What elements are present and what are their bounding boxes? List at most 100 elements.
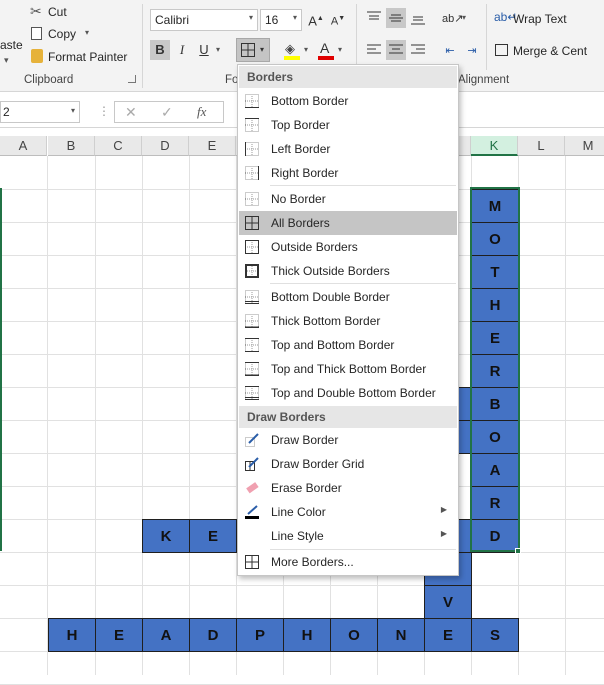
menu-item-bottom-double-border[interactable]: Bottom Double Border bbox=[239, 285, 457, 309]
decrease-indent-button[interactable]: ⇤ bbox=[440, 40, 460, 60]
menu-item-line-color[interactable]: Line Color ▶ bbox=[239, 500, 457, 524]
grid-row-line bbox=[0, 585, 604, 586]
cell-ke-1[interactable]: E bbox=[189, 519, 237, 553]
cell-headphones-6[interactable]: O bbox=[330, 618, 378, 652]
menu-item-top-and-double-bottom-border[interactable]: Top and Double Bottom Border bbox=[239, 381, 457, 405]
format-painter-button[interactable]: Format Painter bbox=[28, 48, 133, 66]
menu-item-thick-bottom-border[interactable]: Thick Bottom Border bbox=[239, 309, 457, 333]
bottom-align-button[interactable] bbox=[408, 8, 428, 28]
column-header-l[interactable]: L bbox=[518, 136, 565, 156]
chevron-down-icon[interactable]: ▾ bbox=[216, 45, 220, 54]
wrap-text-button[interactable]: ab↵ Wrap Text bbox=[494, 10, 584, 28]
grid-column-line bbox=[189, 156, 190, 675]
name-box-value: 2 bbox=[3, 105, 10, 119]
chevron-down-icon[interactable]: ▾ bbox=[462, 13, 466, 22]
grid-column-line bbox=[95, 156, 96, 675]
decrease-font-size-button[interactable]: A▼ bbox=[328, 9, 348, 29]
menu-item-outside-borders[interactable]: Outside Borders bbox=[239, 235, 457, 259]
wrap-text-label: Wrap Text bbox=[513, 12, 567, 26]
menu-item-bottom-border[interactable]: Bottom Border bbox=[239, 89, 457, 113]
menu-item-erase-border[interactable]: Erase Border bbox=[239, 476, 457, 500]
fill-color-bar bbox=[284, 56, 300, 60]
cell-headphones-1[interactable]: E bbox=[95, 618, 143, 652]
column-header-m[interactable]: M bbox=[565, 136, 604, 156]
column-header-a[interactable]: A bbox=[0, 136, 47, 156]
alignment-group-label: Alignment bbox=[458, 74, 510, 86]
column-header-d[interactable]: D bbox=[142, 136, 189, 156]
cancel-icon[interactable]: ✕ bbox=[125, 104, 137, 121]
orientation-button[interactable]: ab↗ bbox=[442, 8, 463, 28]
more-borders-icon bbox=[245, 555, 259, 569]
column-header-k[interactable]: K bbox=[471, 136, 518, 156]
cut-label: Cut bbox=[48, 5, 67, 19]
menu-item-label: Line Style bbox=[271, 529, 324, 543]
align-left-button[interactable] bbox=[364, 40, 384, 60]
increase-font-size-button[interactable]: A▲ bbox=[306, 9, 326, 29]
chevron-down-icon[interactable]: ▾ bbox=[304, 45, 308, 54]
menu-item-label: Top Border bbox=[271, 118, 330, 132]
cut-button[interactable]: ✂ Cut bbox=[28, 3, 98, 21]
merge-center-button[interactable]: Merge & Cent bbox=[494, 42, 604, 60]
selection-fill-handle[interactable] bbox=[515, 548, 521, 554]
italic-button[interactable]: I bbox=[172, 40, 192, 60]
bold-button[interactable]: B bbox=[150, 40, 170, 60]
menu-item-draw-border[interactable]: Draw Border bbox=[239, 428, 457, 452]
top-align-button[interactable] bbox=[364, 8, 384, 28]
menu-item-left-border[interactable]: Left Border bbox=[239, 137, 457, 161]
menu-item-label: Top and Bottom Border bbox=[271, 338, 395, 352]
copy-label: Copy bbox=[48, 27, 77, 41]
menu-item-no-border[interactable]: No Border bbox=[239, 187, 457, 211]
increase-indent-button[interactable]: ⇥ bbox=[462, 40, 482, 60]
cell-headphones-4[interactable]: P bbox=[236, 618, 284, 652]
menu-item-thick-outside-borders[interactable]: Thick Outside Borders bbox=[239, 259, 457, 283]
menu-item-top-and-thick-bottom-border[interactable]: Top and Thick Bottom Border bbox=[239, 357, 457, 381]
font-color-bar bbox=[318, 56, 334, 60]
no-border-icon bbox=[245, 192, 259, 206]
chevron-down-icon: ▾ bbox=[292, 13, 297, 22]
chevron-down-icon[interactable]: ▾ bbox=[338, 45, 342, 54]
column-header-c[interactable]: C bbox=[95, 136, 142, 156]
menu-item-label: Draw Border bbox=[271, 433, 339, 447]
underline-button[interactable]: U bbox=[194, 40, 214, 60]
column-header-b[interactable]: B bbox=[48, 136, 95, 156]
grid-column-line bbox=[47, 156, 48, 675]
menu-item-all-borders[interactable]: All Borders bbox=[239, 211, 457, 235]
dialog-launcher-icon[interactable] bbox=[128, 75, 136, 83]
thick-outside-borders-icon bbox=[245, 264, 259, 278]
menu-item-label: Outside Borders bbox=[271, 240, 358, 254]
fill-color-button[interactable]: ◈ bbox=[282, 40, 302, 62]
align-center-button[interactable] bbox=[386, 40, 406, 60]
paste-button-label[interactable]: aste bbox=[0, 38, 23, 52]
format-painter-label: Format Painter bbox=[48, 50, 128, 64]
menu-item-draw-border-grid[interactable]: Draw Border Grid bbox=[239, 452, 457, 476]
cell-headphones-0[interactable]: H bbox=[48, 618, 96, 652]
menu-item-top-border[interactable]: Top Border bbox=[239, 113, 457, 137]
cell-v[interactable]: V bbox=[424, 585, 472, 619]
name-box[interactable]: 2 ▾ bbox=[0, 101, 80, 123]
cell-headphones-7[interactable]: N bbox=[377, 618, 425, 652]
font-name-combo[interactable]: Calibri ▾ bbox=[150, 9, 258, 31]
borders-button[interactable]: ▾ bbox=[236, 38, 270, 62]
font-color-button[interactable]: A bbox=[316, 40, 336, 62]
copy-button[interactable]: Copy ▾ bbox=[28, 25, 98, 43]
insert-function-icon[interactable]: fx bbox=[197, 104, 206, 120]
middle-align-button[interactable] bbox=[386, 8, 406, 28]
enter-icon[interactable]: ✓ bbox=[161, 104, 173, 121]
chevron-down-icon: ▾ bbox=[248, 13, 253, 22]
top-bottom-border-icon bbox=[245, 338, 259, 352]
menu-item-line-style[interactable]: Line Style ▶ bbox=[239, 524, 457, 548]
column-header-e[interactable]: E bbox=[189, 136, 236, 156]
cell-ke-0[interactable]: K bbox=[142, 519, 190, 553]
align-right-button[interactable] bbox=[408, 40, 428, 60]
paste-dropdown-icon[interactable]: ▾ bbox=[4, 55, 9, 66]
cell-headphones-8[interactable]: E bbox=[424, 618, 472, 652]
font-size-combo[interactable]: 16 ▾ bbox=[260, 9, 302, 31]
menu-item-top-and-bottom-border[interactable]: Top and Bottom Border bbox=[239, 333, 457, 357]
cell-headphones-5[interactable]: H bbox=[283, 618, 331, 652]
menu-item-more-borders[interactable]: More Borders... bbox=[239, 550, 457, 574]
cell-headphones-2[interactable]: A bbox=[142, 618, 190, 652]
cell-headphones-9[interactable]: S bbox=[471, 618, 519, 652]
cell-headphones-3[interactable]: D bbox=[189, 618, 237, 652]
menu-item-label: More Borders... bbox=[271, 555, 354, 569]
menu-item-right-border[interactable]: Right Border bbox=[239, 161, 457, 185]
